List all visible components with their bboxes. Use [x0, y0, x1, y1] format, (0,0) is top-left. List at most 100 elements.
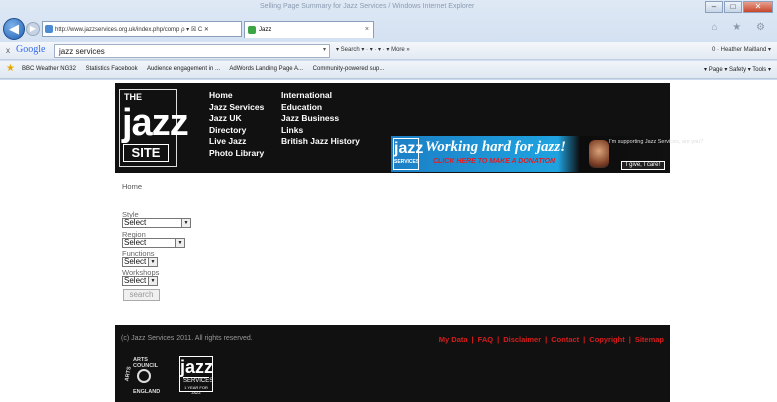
favorite-item[interactable]: Audience engagement in ... [147, 66, 220, 72]
footer-link-faq[interactable]: FAQ [478, 335, 493, 344]
tab-favicon-icon [248, 26, 256, 34]
footer-logo-jazz: jazz [180, 357, 214, 377]
footer-logo-tagline: 1 YEAR FOR JAZZ [184, 385, 208, 395]
chevron-down-icon: ▼ [148, 277, 157, 285]
style-select-value: Select [124, 218, 147, 227]
workshops-select[interactable]: Select ▼ [122, 276, 158, 286]
footer-link-my-data[interactable]: My Data [439, 335, 468, 344]
banner-logo-text: jazz [394, 140, 424, 157]
banner-cta[interactable]: CLICK HERE TO MAKE A DONATION [433, 158, 555, 165]
arts-council-logo: ARTS COUNCIL ARTS ENGLAND [123, 355, 165, 397]
favorites-bar: ★ BBC Weather NG32 Statistics Facebook A… [0, 61, 777, 79]
banner-headline: Working hard for jazz! [425, 139, 567, 155]
footer-links: My Data | FAQ | Disclaimer | Contact | Copyright… [439, 335, 664, 344]
functions-select[interactable]: Select ▼ [122, 257, 158, 267]
favorite-item[interactable]: AdWords Landing Page A... [229, 66, 303, 72]
tab-label: Jazz [259, 27, 272, 33]
favorite-item[interactable]: Statistics Facebook [86, 66, 138, 72]
menu-item-education[interactable]: Education [281, 102, 360, 114]
separator: | [471, 335, 474, 344]
banner-photo [589, 140, 609, 168]
style-select[interactable]: Select ▼ [122, 218, 191, 228]
the-jazz-site-logo[interactable]: THE jazz SITE [119, 89, 189, 167]
logo-the: THE [124, 92, 142, 102]
site-footer: (c) Jazz Services 2011. All rights reser… [115, 325, 670, 402]
address-bar[interactable]: http://www.jazzservices.org.uk/index.php… [42, 21, 242, 37]
google-tools[interactable]: ▾ Search ▾ · ▾ · ▾ · ▾ More » [336, 46, 410, 53]
menu-item-jazz-uk[interactable]: Jazz UK [209, 113, 264, 125]
jazz-services-logo: jazz SERVICES 1 YEAR FOR JAZZ [179, 356, 214, 395]
menu-item-links[interactable]: Links [281, 125, 360, 137]
favorites-list: BBC Weather NG32 Statistics Facebook Aud… [22, 66, 392, 72]
chevron-down-icon: ▼ [181, 219, 190, 227]
menu-item-british-jazz-history[interactable]: British Jazz History [281, 136, 360, 148]
footer-link-disclaimer[interactable]: Disclaimer [503, 335, 541, 344]
maximize-button[interactable]: □ [724, 1, 742, 13]
forward-button[interactable]: ▶ [26, 22, 40, 36]
favorite-item[interactable]: Community-powered sup... [313, 66, 385, 72]
site-header: THE jazz SITE Home Jazz Services Jazz UK… [115, 83, 704, 173]
region-select[interactable]: Select ▼ [122, 238, 185, 248]
arts-council-top: ARTS COUNCIL [133, 357, 159, 369]
favorites-star-icon[interactable]: ★ [6, 64, 16, 74]
toolbar-close-icon[interactable]: x [6, 46, 10, 55]
functions-select-value: Select [124, 257, 147, 266]
minimize-button[interactable]: – [705, 1, 723, 13]
arts-council-mark-icon [137, 369, 151, 383]
search-button[interactable]: search [123, 289, 160, 301]
close-window-button[interactable]: ✕ [743, 1, 773, 13]
separator: | [628, 335, 631, 344]
menu-item-jazz-services[interactable]: Jazz Services [209, 102, 264, 114]
menu-item-directory[interactable]: Directory [209, 125, 264, 137]
address-url: http://www.jazzservices.org.uk/index.php… [55, 27, 180, 33]
address-controls[interactable]: ρ ▾ ☒ C ✕ [181, 27, 209, 33]
menu-item-home[interactable]: Home [209, 90, 264, 102]
window-buttons: – □ ✕ [705, 1, 773, 13]
footer-link-contact[interactable]: Contact [551, 335, 579, 344]
menu-item-live-jazz[interactable]: Live Jazz [209, 136, 264, 148]
footer-link-sitemap[interactable]: Sitemap [635, 335, 664, 344]
google-account[interactable]: 0 · Heather Maitland ▾ [712, 46, 771, 53]
web-page: THE jazz SITE Home Jazz Services Jazz UK… [0, 80, 777, 402]
tab-close-icon[interactable]: × [365, 26, 369, 33]
google-toolbar: x Google jazz services ▾ ▾ Search ▾ · ▾ … [0, 42, 777, 60]
chevron-down-icon[interactable]: ▾ [323, 46, 326, 53]
donation-banner[interactable]: jazz SERVICES Working hard for jazz! CLIC… [391, 136, 704, 172]
tab-jazz[interactable]: Jazz × [244, 21, 374, 38]
browser-chrome: Selling Page Summary for Jazz Services /… [0, 0, 777, 82]
window-title: Selling Page Summary for Jazz Services /… [260, 3, 475, 10]
banner-jazz-logo: jazz SERVICES [393, 138, 423, 170]
banner-logo-sub: SERVICES [394, 159, 420, 165]
workshops-select-value: Select [124, 276, 147, 285]
menu-item-international[interactable]: International [281, 90, 360, 102]
menu-item-jazz-business[interactable]: Jazz Business [281, 113, 360, 125]
separator: | [497, 335, 500, 344]
breadcrumb[interactable]: Home [122, 182, 142, 191]
google-search-input[interactable]: jazz services ▾ [54, 44, 330, 58]
browser-toolbar-icons[interactable]: ⌂ ★ ⚙ [711, 22, 771, 33]
logo-site: SITE [123, 144, 169, 162]
banner-donate-button[interactable]: I give, I care! [621, 161, 665, 170]
back-button[interactable]: ◀ [3, 18, 25, 40]
main-menu-column-2: International Education Jazz Business Li… [281, 90, 360, 148]
separator: | [583, 335, 586, 344]
command-bar[interactable]: ▾ Page ▾ Safety ▾ Tools ▾ [704, 66, 771, 73]
footer-logo-services: SERVICES [183, 377, 214, 384]
copyright-text: (c) Jazz Services 2011. All rights reser… [121, 335, 253, 342]
navigation-bar: ◀ ▶ http://www.jazzservices.org.uk/index… [0, 16, 777, 42]
account-name: Heather Maitland ▾ [720, 47, 771, 53]
separator: | [545, 335, 548, 344]
menu-item-photo-library[interactable]: Photo Library [209, 148, 264, 160]
chevron-down-icon: ▼ [175, 239, 184, 247]
arts-council-left: ARTS [124, 366, 133, 382]
footer-link-copyright[interactable]: Copyright [589, 335, 624, 344]
google-logo: Google [16, 44, 46, 55]
logo-jazz: jazz [122, 102, 189, 144]
chevron-down-icon: ▼ [148, 258, 157, 266]
favorite-item[interactable]: BBC Weather NG32 [22, 66, 76, 72]
arts-council-bottom: ENGLAND [133, 389, 161, 395]
google-search-value: jazz services [59, 47, 105, 56]
title-bar: Selling Page Summary for Jazz Services /… [0, 0, 777, 16]
banner-side-text: I'm supporting Jazz Services, are you? [609, 139, 704, 145]
site-favicon-icon [45, 25, 53, 33]
